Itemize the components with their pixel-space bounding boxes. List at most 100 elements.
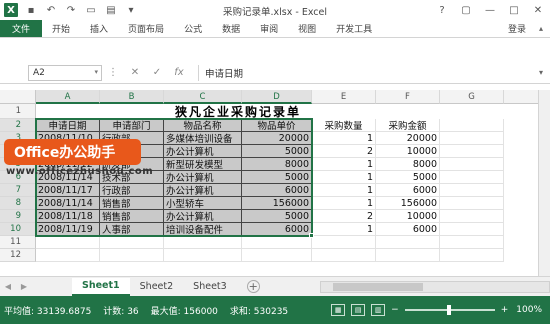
table-cell[interactable]: 2 [312,210,376,223]
normal-view-icon[interactable]: ▦ [331,304,346,316]
row-header-2[interactable]: 2 [0,119,36,132]
tab-view[interactable]: 视图 [288,20,326,37]
empty-cell[interactable] [440,249,504,262]
table-cell[interactable]: 10000 [376,210,440,223]
table-cell[interactable]: 6000 [242,223,312,236]
row-header-1[interactable]: 1 [0,104,36,119]
redo-icon[interactable]: ↷ [64,3,78,17]
empty-cell[interactable] [440,132,504,145]
maximize-button[interactable]: □ [502,0,526,20]
column-header-d[interactable]: D [242,90,312,104]
formula-input[interactable]: 申请日期 [198,64,532,81]
empty-cell[interactable] [376,236,440,249]
tab-review[interactable]: 审阅 [250,20,288,37]
empty-cell[interactable] [440,210,504,223]
empty-cell[interactable] [312,249,376,262]
empty-cell[interactable] [100,249,164,262]
row-header-12[interactable]: 12 [0,249,36,262]
fill-handle[interactable] [309,233,314,238]
expand-formula-icon[interactable]: ▾ [532,68,550,77]
table-cell[interactable]: 5000 [242,171,312,184]
tab-formulas[interactable]: 公式 [174,20,212,37]
scroll-left-icon[interactable]: ◀ [0,282,16,291]
header-cell[interactable]: 物品单价 [242,119,312,132]
empty-cell[interactable] [440,236,504,249]
empty-cell[interactable] [440,145,504,158]
page-layout-view-icon[interactable]: ▤ [351,304,366,316]
table-cell[interactable]: 1 [312,158,376,171]
table-cell[interactable]: 2 [312,145,376,158]
empty-cell[interactable] [312,236,376,249]
enter-icon[interactable]: ✓ [146,67,168,78]
add-sheet-icon[interactable]: + [246,280,260,293]
tab-page-layout[interactable]: 页面布局 [118,20,174,37]
table-cell[interactable]: 2008/11/17 [36,184,100,197]
formula-options-icon[interactable]: ⋮ [102,67,124,78]
vertical-scrollbar[interactable] [538,90,550,276]
column-header-f[interactable]: F [376,90,440,104]
table-cell[interactable]: 20000 [376,132,440,145]
insert-function-icon[interactable]: fx [168,67,190,78]
minimize-button[interactable]: — [478,0,502,20]
zoom-in-icon[interactable]: + [501,305,509,315]
table-cell[interactable]: 小型轿车 [164,197,242,210]
empty-cell[interactable] [36,236,100,249]
header-cell[interactable]: 采购数量 [312,119,376,132]
table-cell[interactable]: 销售部 [100,210,164,223]
table-cell[interactable]: 10000 [376,145,440,158]
table-cell[interactable]: 1 [312,171,376,184]
row-header-7[interactable]: 7 [0,184,36,197]
table-cell[interactable]: 人事部 [100,223,164,236]
print-icon[interactable]: ▤ [104,3,118,17]
table-cell[interactable]: 5000 [242,145,312,158]
chevron-down-icon[interactable]: ▾ [94,68,98,76]
table-cell[interactable]: 5000 [376,171,440,184]
empty-cell[interactable] [100,236,164,249]
sheet-tab-sheet1[interactable]: Sheet1 [72,277,130,296]
empty-cell[interactable] [36,249,100,262]
tab-insert[interactable]: 插入 [80,20,118,37]
zoom-level[interactable]: 100% [516,305,542,315]
login-link[interactable]: 登录 [502,20,532,37]
name-box[interactable]: A2 ▾ [28,64,102,81]
tab-developer[interactable]: 开发工具 [326,20,382,37]
zoom-slider[interactable] [404,305,495,315]
page-break-view-icon[interactable]: ▥ [371,304,386,316]
table-cell[interactable]: 行政部 [100,184,164,197]
column-header-e[interactable]: E [312,90,376,104]
table-cell[interactable]: 1 [312,197,376,210]
empty-cell[interactable] [242,249,312,262]
table-cell[interactable]: 办公计算机 [164,171,242,184]
ribbon-display-button[interactable]: ▢ [454,0,478,20]
table-cell[interactable]: 办公计算机 [164,184,242,197]
empty-cell[interactable] [440,171,504,184]
table-cell[interactable]: 新型研发模型 [164,158,242,171]
header-cell[interactable]: 采购金额 [376,119,440,132]
header-cell[interactable]: 申请部门 [100,119,164,132]
row-header-9[interactable]: 9 [0,210,36,223]
scrollbar-thumb[interactable] [332,282,423,291]
row-header-11[interactable]: 11 [0,236,36,249]
empty-cell[interactable] [440,197,504,210]
table-cell[interactable]: 1 [312,132,376,145]
sheet-tab-sheet2[interactable]: Sheet2 [130,278,184,296]
empty-cell[interactable] [164,249,242,262]
header-cell[interactable]: 申请日期 [36,119,100,132]
horizontal-scrollbar[interactable] [319,280,550,293]
table-cell[interactable]: 销售部 [100,197,164,210]
header-cell[interactable]: 物品名称 [164,119,242,132]
scroll-right-icon[interactable]: ▶ [16,282,32,291]
help-button[interactable]: ? [430,0,454,20]
empty-cell[interactable] [164,236,242,249]
chevron-up-icon[interactable]: ▴ [532,20,550,37]
table-cell[interactable]: 2008/11/14 [36,197,100,210]
table-cell[interactable]: 8000 [242,158,312,171]
table-cell[interactable]: 2008/11/18 [36,210,100,223]
cancel-icon[interactable]: ✕ [124,67,146,78]
sheet-tab-sheet3[interactable]: Sheet3 [183,278,237,296]
close-button[interactable]: ✕ [526,0,550,20]
tab-home[interactable]: 开始 [42,20,80,37]
sheet-title-cell[interactable]: 狭凡企业采购记录单 [36,104,440,119]
table-cell[interactable]: 办公计算机 [164,145,242,158]
customize-toolbar-icon[interactable]: ▾ [124,3,138,17]
